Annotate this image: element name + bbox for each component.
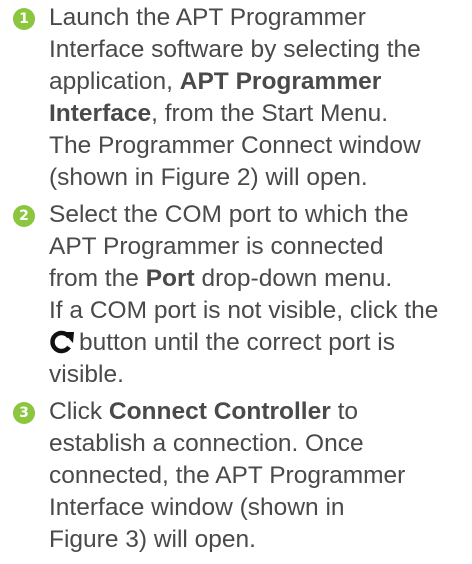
step-line: If a COM port is not visible, click the (49, 297, 439, 324)
step-text: Select the COM port to which the APT Pro… (49, 199, 467, 391)
step-line: from the Port drop-down menu. (49, 263, 467, 295)
step-line: establish a connection. Once (49, 430, 364, 457)
text-run: drop-down menu. (194, 265, 393, 292)
text-run: application, (49, 68, 180, 95)
refresh-icon (49, 330, 75, 354)
step-number-badge: 3 (13, 402, 35, 424)
step-number-badge: 1 (13, 8, 35, 30)
step-number-badge: 2 (13, 205, 35, 227)
step-line: Click Connect Controller to (49, 396, 467, 428)
step-line: Interface window (shown in (49, 494, 345, 521)
text-run: from the (49, 265, 146, 292)
step-line: button until the correct port is (49, 327, 467, 359)
step-line: Interface, from the Start Menu. (49, 98, 467, 130)
text-run: , from the Start Menu. (151, 100, 389, 127)
step-line: Interface software by selecting the (49, 36, 421, 63)
step-line: visible. (49, 361, 124, 388)
text-run: button until the correct port is (79, 329, 395, 356)
step-line: Figure 3) will open. (49, 526, 256, 553)
bold-text: Connect Controller (108, 398, 331, 425)
bold-text: Port (145, 265, 195, 292)
step-line: The Programmer Connect window (49, 132, 421, 159)
instruction-steps: 1 Launch the APT Programmer Interface so… (0, 0, 472, 564)
bold-text: APT Programmer (179, 68, 382, 95)
text-run: Click (49, 398, 109, 425)
step-line: (shown in Figure 2) will open. (49, 164, 368, 191)
text-run: to (330, 398, 359, 425)
step-line: Launch the APT Programmer (49, 4, 366, 31)
step-line: Select the COM port to which the (49, 201, 409, 228)
step-line: APT Programmer is connected (49, 233, 384, 260)
bold-text: Interface (49, 100, 152, 127)
step-line: application, APT Programmer (49, 66, 467, 98)
step-line: connected, the APT Programmer (49, 462, 406, 489)
step-text: Click Connect Controller to establish a … (49, 396, 467, 556)
step-text: Launch the APT Programmer Interface soft… (49, 2, 467, 194)
